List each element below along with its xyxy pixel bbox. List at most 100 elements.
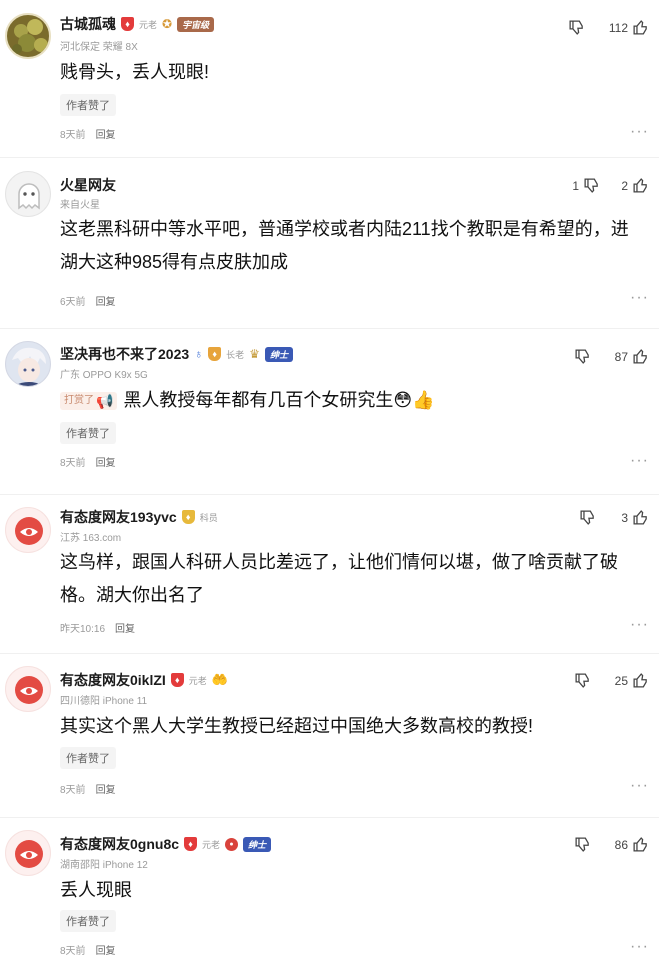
timestamp: 6天前 <box>60 297 86 308</box>
thumbs-up-icon[interactable] <box>632 348 649 365</box>
thumbs-up-icon[interactable] <box>632 177 649 194</box>
reply-button[interactable]: 回复 <box>96 781 116 796</box>
comment-footer: 8天前 回复 <box>60 126 116 141</box>
comment-text: 打赏了 📢 黑人教授每年都有几百个女研究生😳👍 <box>60 384 629 417</box>
more-icon[interactable]: ··· <box>630 290 649 306</box>
timestamp: 8天前 <box>60 785 86 796</box>
more-icon[interactable]: ··· <box>630 124 649 140</box>
rank-shield-icon: ♦ <box>181 510 195 524</box>
thumbs-up-icon[interactable] <box>632 672 649 689</box>
vote-group: 86 <box>562 836 649 853</box>
rank-label: 长老 <box>226 349 245 360</box>
comment-footer: 6天前 回复 <box>60 293 116 308</box>
vip-shield-icon: ♦ <box>184 837 198 851</box>
timestamp: 8天前 <box>60 130 86 141</box>
author-liked-tag: 作者赞了 <box>60 747 116 769</box>
avatar[interactable] <box>5 341 51 387</box>
comment-body: 黑人教授每年都有几百个女研究生😳👍 <box>123 390 435 410</box>
badge-banner: 绅士 <box>264 346 293 362</box>
comment-item: 有态度网友0gnu8c ♦ 元老 ● 绅士 湖南邵阳 iPhone 12 丢人现… <box>0 818 659 971</box>
more-icon[interactable]: ··· <box>630 939 649 955</box>
comment-footer: 8天前 回复 <box>60 454 116 469</box>
username[interactable]: 有态度网友193yvc <box>60 507 177 527</box>
comment-text: 贱骨头，丢人现眼! <box>60 62 210 82</box>
avatar[interactable] <box>5 171 51 217</box>
trophy-icon: ♛ <box>249 347 260 361</box>
vip-shield-icon: ♦ <box>170 673 184 687</box>
more-icon[interactable]: ··· <box>630 453 649 469</box>
tipped-tag: 打赏了 📢 <box>60 392 118 411</box>
thumbs-up-icon[interactable] <box>632 19 649 36</box>
thumbs-down-icon[interactable] <box>574 672 591 689</box>
hand-badge-icon: 🤲 <box>211 672 228 687</box>
reply-button[interactable]: 回复 <box>115 620 135 635</box>
author-liked-tag: 作者赞了 <box>60 422 116 444</box>
vote-group: 25 <box>562 672 649 689</box>
username[interactable]: 坚决再也不来了2023 <box>60 344 189 364</box>
username[interactable]: 火星网友 <box>60 175 116 195</box>
up-count: 3 <box>621 510 628 525</box>
location-device: 湖南邵阳 iPhone 12 <box>60 860 148 871</box>
location-device: 来自火星 <box>60 200 100 211</box>
comment-footer: 8天前 回复 <box>60 942 116 957</box>
author-liked-tag: 作者赞了 <box>60 910 116 932</box>
more-icon[interactable]: ··· <box>630 617 649 633</box>
location-device: 四川德阳 iPhone 11 <box>60 696 148 707</box>
reply-button[interactable]: 回复 <box>96 454 116 469</box>
location-device: 广东 OPPO K9x 5G <box>60 370 148 381</box>
thumbs-down-icon[interactable] <box>574 836 591 853</box>
comment-item: 坚决再也不来了2023 ♁ ♦ 长老 ♛ 绅士 广东 OPPO K9x 5G 打… <box>0 329 659 495</box>
reply-button[interactable]: 回复 <box>96 293 116 308</box>
up-count: 86 <box>614 837 628 852</box>
medal-icon: ✪ <box>162 17 173 31</box>
vote-group: 1 2 <box>571 177 649 194</box>
avatar[interactable] <box>5 830 51 876</box>
vote-group: 3 <box>567 509 649 526</box>
comment-item: 火星网友 来自火星 这老黑科研中等水平吧，普通学校或者内陆211找个教职是有希望… <box>0 158 659 329</box>
timestamp: 8天前 <box>60 946 86 957</box>
rank-shield-icon: ♦ <box>208 347 222 361</box>
comment-text: 这老黑科研中等水平吧，普通学校或者内陆211找个教职是有希望的，进湖大这种985… <box>60 219 629 272</box>
username[interactable]: 古城孤魂 <box>60 14 116 34</box>
more-icon[interactable]: ··· <box>630 778 649 794</box>
vip-label: 元老 <box>188 675 207 686</box>
reply-button[interactable]: 回复 <box>96 942 116 957</box>
comment-footer: 8天前 回复 <box>60 781 116 796</box>
comment-text: 其实这个黑人大学生教授已经超过中国绝大多数高校的教授! <box>60 716 533 736</box>
author-liked-tag: 作者赞了 <box>60 94 116 116</box>
comment-text: 这鸟样，跟国人科研人员比差远了，让他们情何以堪，做了啥贡献了破格。湖大你出名了 <box>60 552 618 605</box>
thumbs-up-icon[interactable] <box>632 509 649 526</box>
thumbs-up-icon[interactable] <box>632 836 649 853</box>
thumbs-down-icon[interactable] <box>579 509 596 526</box>
vip-label: 元老 <box>139 19 158 30</box>
up-count: 2 <box>621 178 628 193</box>
reply-button[interactable]: 回复 <box>96 126 116 141</box>
medal-icon: ♁ <box>194 347 204 361</box>
avatar[interactable] <box>5 666 51 712</box>
comment-text: 丢人现眼 <box>60 880 132 900</box>
up-count: 25 <box>614 673 628 688</box>
vote-group: 112 <box>556 19 649 36</box>
tipped-label: 打赏了 <box>64 395 94 407</box>
avatar[interactable] <box>5 507 51 553</box>
vip-label: 元老 <box>202 839 221 850</box>
avatar[interactable] <box>5 13 51 59</box>
up-count: 87 <box>614 349 628 364</box>
username[interactable]: 有态度网友0iklZI <box>60 670 166 690</box>
badge-banner: 绅士 <box>243 836 272 852</box>
location-device: 江苏 163.com <box>60 533 122 544</box>
comment-item: 有态度网友0iklZI ♦ 元老 🤲 四川德阳 iPhone 11 其实这个黑人… <box>0 654 659 818</box>
thumbs-down-icon[interactable] <box>568 19 585 36</box>
vote-group: 87 <box>562 348 649 365</box>
horn-icon: 📢 <box>96 393 114 410</box>
badge-banner: 宇宙级 <box>177 16 215 32</box>
username[interactable]: 有态度网友0gnu8c <box>60 834 179 854</box>
location-device: 河北保定 荣耀 8X <box>60 42 138 53</box>
thumbs-down-icon[interactable] <box>583 177 600 194</box>
comment-item: 古城孤魂 ♦ 元老 ✪ 宇宙级 河北保定 荣耀 8X 贱骨头，丢人现眼! 作者赞… <box>0 0 659 158</box>
thumbs-down-icon[interactable] <box>574 348 591 365</box>
up-count: 112 <box>608 20 628 35</box>
rank-label: 科员 <box>199 512 218 523</box>
vip-shield-icon: ♦ <box>121 17 134 31</box>
timestamp: 8天前 <box>60 458 86 469</box>
